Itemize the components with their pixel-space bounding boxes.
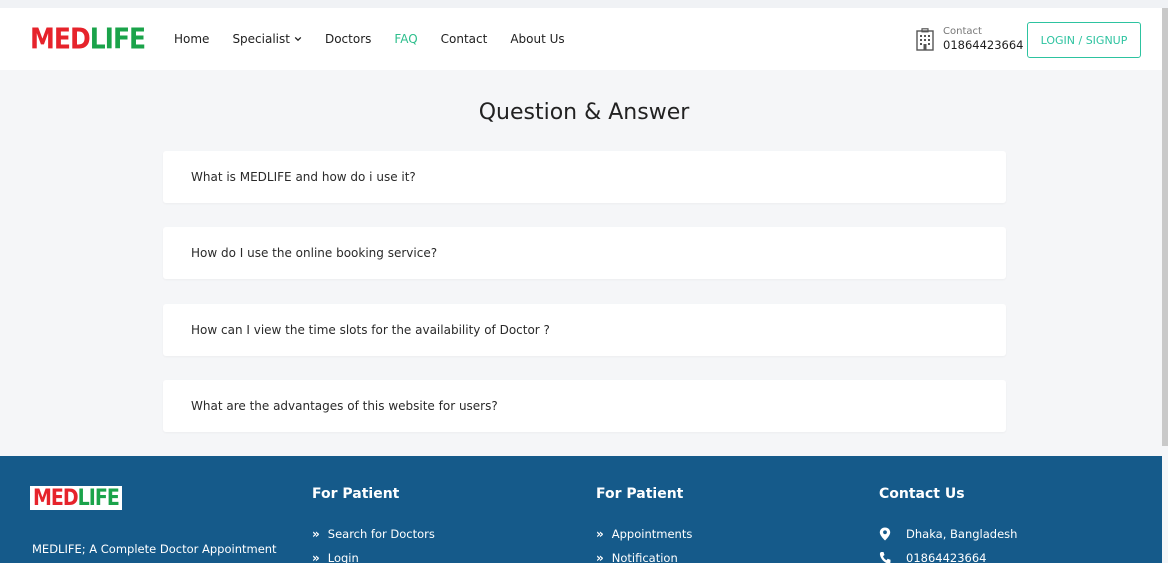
logo[interactable]: MEDLIFE — [30, 21, 146, 55]
footer-link-label: Login — [327, 551, 359, 563]
footer: MEDLIFE MEDLIFE; A Complete Doctor Appoi… — [0, 456, 1162, 563]
login-signup-button[interactable]: LOGIN / SIGNUP — [1027, 22, 1141, 58]
footer-heading: Contact Us — [879, 486, 965, 502]
nav-faq-label: FAQ — [394, 32, 418, 46]
footer-phone-text: 01864423664 — [906, 551, 987, 563]
footer-phone: 01864423664 — [879, 546, 1017, 563]
footer-link-label: Appointments — [611, 527, 693, 541]
nav-doctors[interactable]: Doctors — [325, 32, 371, 46]
footer-column-contact: Contact Us Dhaka, Bangladesh 01864423664 — [879, 486, 1017, 563]
double-chevron-right-icon: » — [312, 527, 320, 541]
double-chevron-right-icon: » — [596, 527, 604, 541]
footer-link-label: Search for Doctors — [327, 527, 435, 541]
nav-faq[interactable]: FAQ — [394, 32, 417, 46]
nav-home[interactable]: Home — [174, 32, 209, 46]
header-contact: Contact 01864423664 — [915, 26, 1023, 53]
logo-text: MEDLIFE — [30, 21, 146, 55]
top-strip — [0, 0, 1168, 8]
faq-question: What are the advantages of this website … — [191, 399, 498, 413]
page-title: Question & Answer — [478, 100, 690, 125]
footer-column-patient-1: For Patient » Search for Doctors » Login — [312, 486, 435, 563]
faq-item[interactable]: How do I use the online booking service? — [163, 227, 1006, 279]
chevron-down-icon — [294, 36, 302, 42]
nav-specialist[interactable]: Specialist — [232, 32, 302, 46]
nav-contact[interactable]: Contact — [441, 32, 488, 46]
footer-link-appointments[interactable]: » Appointments — [596, 522, 692, 546]
contact-label: Contact — [943, 26, 982, 37]
phone-icon — [879, 552, 891, 563]
footer-heading: For Patient — [312, 486, 400, 502]
faq-question: How can I view the time slots for the av… — [191, 323, 550, 337]
footer-link-notification[interactable]: » Notification — [596, 546, 692, 563]
scrollbar[interactable] — [1162, 8, 1168, 446]
nav-about-us[interactable]: About Us — [510, 32, 564, 46]
nav-contact-label: Contact — [440, 32, 488, 46]
faq-question: What is MEDLIFE and how do i use it? — [191, 170, 416, 184]
footer-logo-text: MEDLIFE — [33, 485, 120, 511]
faq-question: How do I use the online booking service? — [191, 246, 438, 260]
faq-item[interactable]: What are the advantages of this website … — [163, 380, 1006, 432]
map-pin-icon — [879, 527, 891, 541]
contact-number: 01864423664 — [943, 38, 1024, 52]
header: MEDLIFE Home Specialist Doctors FAQ Cont… — [0, 8, 1162, 70]
double-chevron-right-icon: » — [596, 551, 604, 563]
footer-link-label: Notification — [611, 551, 678, 563]
footer-description: MEDLIFE; A Complete Doctor Appointment S… — [32, 542, 277, 563]
nav-home-label: Home — [174, 32, 210, 46]
faq-item[interactable]: How can I view the time slots for the av… — [163, 304, 1006, 356]
hospital-building-icon — [916, 27, 934, 51]
footer-column-patient-2: For Patient » Appointments » Notification — [596, 486, 692, 563]
faq-item[interactable]: What is MEDLIFE and how do i use it? — [163, 151, 1006, 203]
footer-address: Dhaka, Bangladesh — [879, 522, 1017, 546]
nav-doctors-label: Doctors — [324, 32, 372, 46]
double-chevron-right-icon: » — [312, 551, 320, 563]
nav-about-us-label: About Us — [510, 32, 565, 46]
footer-link-login[interactable]: » Login — [312, 546, 435, 563]
footer-address-text: Dhaka, Bangladesh — [906, 527, 1018, 541]
main-nav: Home Specialist Doctors FAQ Contact Abou… — [174, 32, 588, 46]
footer-heading: For Patient — [596, 486, 684, 502]
nav-specialist-label: Specialist — [232, 32, 290, 46]
footer-link-search-doctors[interactable]: » Search for Doctors — [312, 522, 435, 546]
footer-logo[interactable]: MEDLIFE — [30, 485, 122, 511]
